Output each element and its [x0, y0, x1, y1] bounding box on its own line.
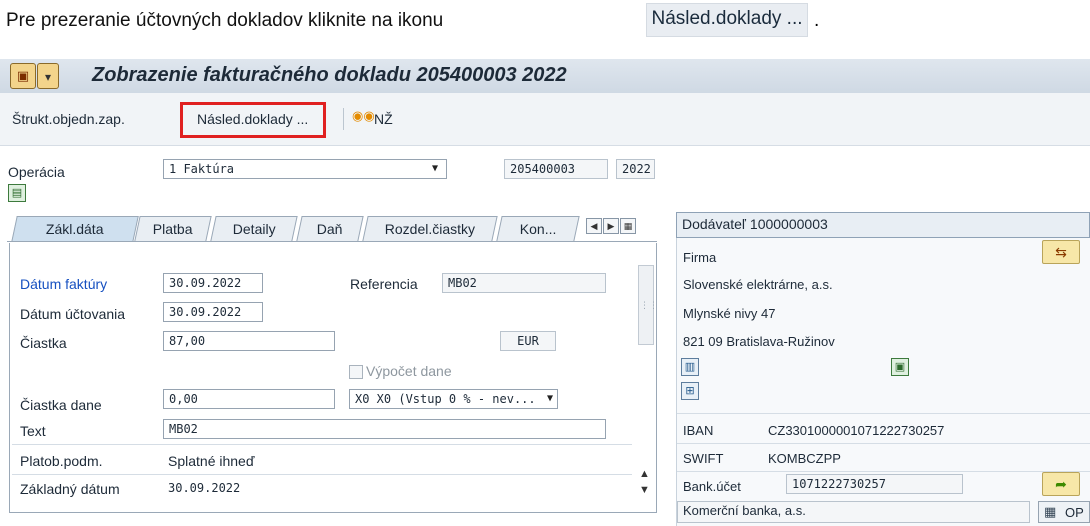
tax-amount-field[interactable]: 0,00: [163, 389, 335, 409]
text-label: Text: [20, 423, 46, 439]
posting-date-field[interactable]: 30.09.2022: [163, 302, 263, 322]
tab-scroll-left-icon[interactable]: ◀: [586, 218, 602, 234]
swift-label: SWIFT: [683, 451, 724, 466]
amount-label: Čiastka: [20, 335, 67, 351]
instruction-follow-on-docs-image: Násled.doklady ...: [646, 3, 808, 37]
tab-payment[interactable]: Platba: [134, 216, 212, 241]
tab-strip-border: [7, 241, 657, 242]
nz-button[interactable]: NŽ: [374, 111, 393, 127]
expand-header-icon[interactable]: ▤: [8, 184, 26, 202]
tax-code-value: X0 X0 (Vstup 0 % - nev...: [355, 392, 536, 406]
op-button[interactable]: ▦ OP: [1038, 501, 1090, 523]
tab-list-icon[interactable]: ▦: [620, 218, 636, 234]
chevron-down-icon: ▼: [431, 163, 438, 174]
vendor-master-icon[interactable]: ▥: [681, 358, 699, 376]
payment-terms-label: Platob.podm.: [20, 453, 103, 469]
divider: [677, 413, 1090, 414]
toolbar-separator: [343, 108, 344, 130]
window-title: Zobrazenie fakturačného dokladu 20540000…: [92, 64, 567, 86]
instruction-text: Pre prezeranie účtovných dokladov klikni…: [6, 10, 444, 31]
fiscal-year-field: 2022: [616, 159, 655, 179]
tax-amount-label: Čiastka dane: [20, 397, 102, 413]
tab-tax[interactable]: Daň: [296, 216, 364, 241]
calculate-tax-label: Výpočet dane: [366, 363, 452, 379]
instruction-period: .: [814, 10, 820, 31]
posting-date-label: Dátum účtovania: [20, 306, 126, 322]
grip-icon: ⋮⋮: [640, 300, 658, 310]
operation-value: 1 Faktúra: [169, 162, 235, 176]
vendor-city: 821 09 Bratislava-Ružinov: [683, 334, 835, 349]
vendor-balance-icon[interactable]: ▣: [891, 358, 909, 376]
firm-label: Firma: [683, 250, 717, 265]
invoice-date-field[interactable]: 30.09.2022: [163, 273, 263, 293]
bank-details-button[interactable]: ➦: [1042, 472, 1080, 496]
baseline-date-value: 30.09.2022: [168, 481, 241, 495]
currency-field: EUR: [500, 331, 556, 351]
calculate-tax-checkbox[interactable]: [349, 365, 363, 379]
invoice-date-label: Dátum faktúry: [20, 276, 108, 292]
bank-name-field: Komerční banka, a.s.: [677, 501, 1030, 523]
address-edit-button[interactable]: ⇆: [1042, 240, 1080, 264]
table-icon: ▦: [1044, 504, 1057, 519]
divider: [12, 444, 632, 445]
payment-terms-value: Splatné ihneď: [168, 453, 255, 469]
scroll-down-icon[interactable]: ▼: [639, 484, 650, 496]
nz-icon: ◉◉: [352, 108, 375, 123]
menu-icon[interactable]: ▣: [10, 63, 36, 89]
op-label: OP: [1065, 505, 1084, 520]
vendor-items-icon[interactable]: ⊞: [681, 382, 699, 400]
chevron-down-icon: ▼: [546, 393, 553, 404]
divider: [677, 471, 1090, 472]
application-toolbar: [0, 93, 1090, 146]
reference-field: MB02: [442, 273, 606, 293]
vendor-name: Slovenské elektrárne, a.s.: [683, 277, 833, 292]
baseline-date-label: Základný dátum: [20, 481, 120, 497]
operation-label: Operácia: [8, 164, 65, 180]
reference-label: Referencia: [350, 276, 418, 292]
iban-value: CZ3301000001071222730257: [768, 423, 945, 438]
swift-value: KOMBCZPP: [768, 451, 841, 466]
scroll-up-icon[interactable]: ▲: [639, 468, 650, 480]
document-number-field: 205400003: [504, 159, 608, 179]
text-field[interactable]: MB02: [163, 419, 606, 439]
bank-account-label: Bank.účet: [683, 479, 741, 494]
menu-dropdown-icon[interactable]: ▾: [37, 63, 59, 89]
bank-account-field: 1071222730257: [786, 474, 963, 494]
tax-code-select[interactable]: X0 X0 (Vstup 0 % - nev... ▼: [349, 389, 558, 409]
tab-details[interactable]: Detaily: [210, 216, 298, 241]
vendor-title: Dodávateľ 1000000003: [682, 216, 828, 232]
structure-order-button[interactable]: Štrukt.objedn.zap.: [12, 111, 125, 127]
tab-split-amounts[interactable]: Rozdel.čiastky: [362, 216, 498, 241]
vendor-street: Mlynské nivy 47: [683, 306, 776, 321]
divider: [12, 474, 632, 475]
tab-scroll-right-icon[interactable]: ▶: [603, 218, 619, 234]
tab-contacts[interactable]: Kon...: [496, 216, 580, 241]
divider: [677, 443, 1090, 444]
tab-basic-data[interactable]: Zákl.dáta: [11, 216, 139, 242]
iban-label: IBAN: [683, 423, 714, 438]
highlight-box: [180, 102, 326, 138]
operation-select[interactable]: 1 Faktúra ▼: [163, 159, 447, 179]
amount-field[interactable]: 87,00: [163, 331, 335, 351]
